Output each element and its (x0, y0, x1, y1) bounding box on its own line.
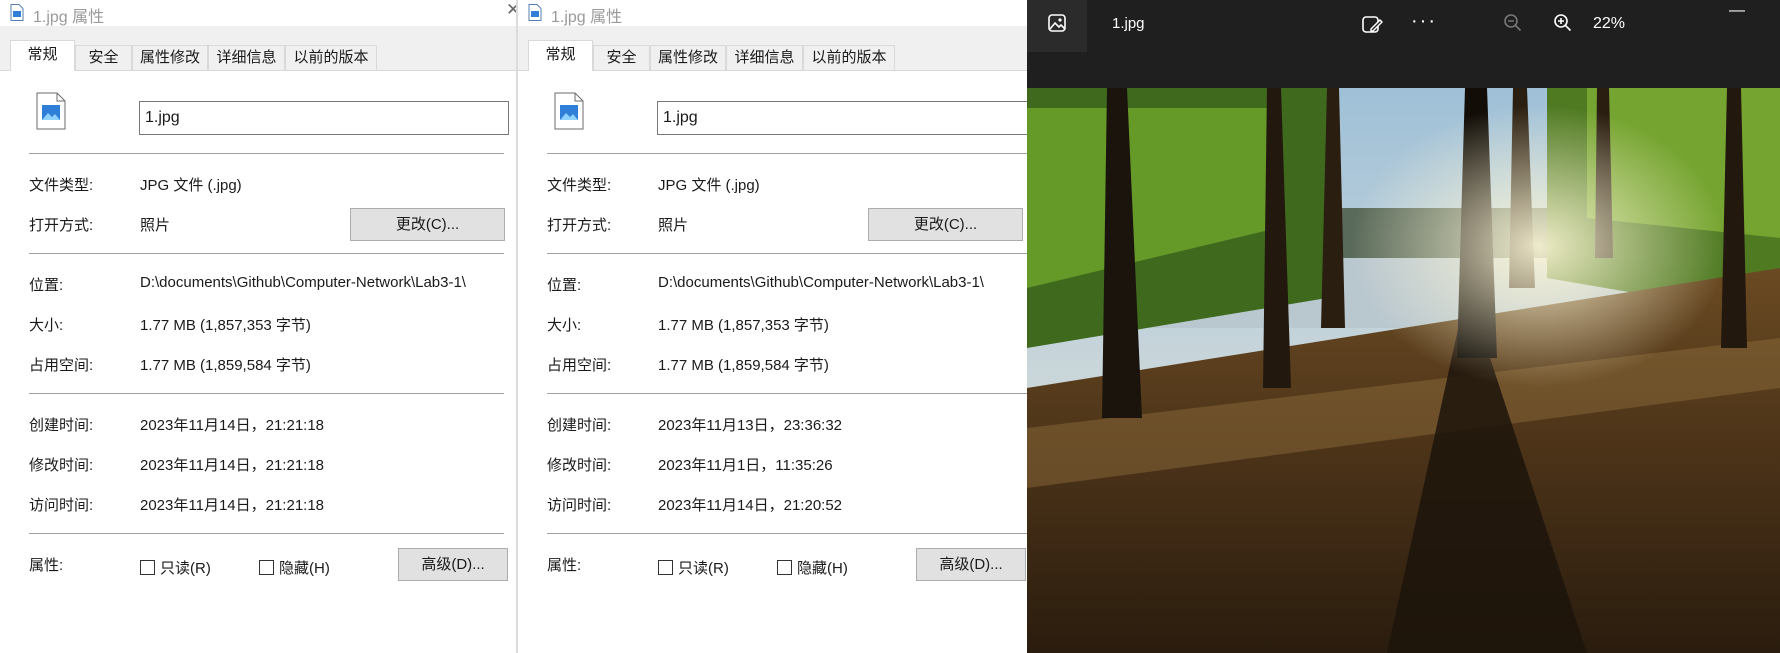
modified-value: 2023年11月14日，21:21:18 (140, 457, 325, 474)
open-with-label: 打开方式: (547, 217, 612, 234)
created-value: 2023年11月14日，21:21:18 (140, 417, 325, 434)
more-icon[interactable]: ··· (1411, 10, 1437, 33)
created-label: 创建时间: (29, 417, 94, 434)
size-label: 大小: (547, 317, 582, 334)
zoom-level: 22% (1593, 15, 1626, 32)
attributes-label: 属性: (547, 557, 582, 574)
advanced-button[interactable]: 高级(D)... (398, 548, 508, 581)
image-file-icon (10, 4, 24, 21)
divider (547, 393, 1027, 394)
created-label: 创建时间: (547, 417, 612, 434)
tab-attribute-edit[interactable]: 属性修改 (650, 45, 726, 70)
disk-size-label: 占用空间: (29, 357, 94, 374)
zoom-out-icon[interactable] (1503, 13, 1523, 33)
advanced-button[interactable]: 高级(D)... (916, 548, 1026, 581)
divider (547, 533, 1027, 534)
location-value: D:\documents\Github\Computer-Network\Lab… (658, 274, 984, 291)
open-with-value: 照片 (140, 217, 171, 234)
viewer-filename: 1.jpg (1112, 15, 1145, 32)
window-title: 1.jpg 属性 (33, 9, 105, 26)
divider (29, 533, 504, 534)
tab-attribute-edit[interactable]: 属性修改 (132, 45, 208, 70)
tab-details[interactable]: 详细信息 (726, 45, 803, 70)
tab-previous-versions[interactable]: 以前的版本 (285, 45, 377, 70)
filename-input[interactable] (139, 101, 509, 135)
readonly-label: 只读(R) (678, 560, 729, 577)
checkbox-box[interactable] (777, 560, 792, 575)
modified-label: 修改时间: (547, 457, 612, 474)
divider (29, 153, 504, 154)
hidden-checkbox[interactable]: 隐藏(H) (777, 557, 848, 578)
minimize-icon[interactable]: — (1729, 2, 1745, 20)
hidden-checkbox[interactable]: 隐藏(H) (259, 557, 330, 578)
properties-dialog-right: 1.jpg 属性 常规 安全 属性修改 详细信息 以前的版本 文件类型: JPG… (518, 0, 1027, 653)
change-button[interactable]: 更改(C)... (350, 208, 505, 241)
window-title: 1.jpg 属性 (551, 9, 623, 26)
accessed-label: 访问时间: (547, 497, 612, 514)
title-bar: 1.jpg 属性 ✕ (0, 0, 516, 26)
gallery-button[interactable] (1027, 0, 1087, 52)
forest-photo (1027, 88, 1780, 653)
file-type-value: JPG 文件 (.jpg) (658, 177, 760, 194)
hidden-label: 隐藏(H) (797, 560, 848, 577)
disk-size-value: 1.77 MB (1,859,584 字节) (658, 357, 829, 374)
file-type-label: 文件类型: (29, 177, 94, 194)
accessed-label: 访问时间: (29, 497, 94, 514)
open-with-value: 照片 (658, 217, 689, 234)
tab-general[interactable]: 常规 (528, 40, 593, 71)
location-label: 位置: (547, 277, 582, 294)
image-file-icon (528, 4, 542, 21)
tab-security[interactable]: 安全 (75, 45, 132, 70)
jpg-file-icon (36, 92, 66, 130)
checkbox-box[interactable] (259, 560, 274, 575)
disk-size-label: 占用空间: (547, 357, 612, 374)
divider (29, 393, 504, 394)
modified-label: 修改时间: (29, 457, 94, 474)
readonly-checkbox[interactable]: 只读(R) (658, 557, 729, 578)
viewer-toolbar: 1.jpg ··· 22% — (1027, 0, 1780, 88)
accessed-value: 2023年11月14日，21:21:18 (140, 497, 325, 514)
change-button[interactable]: 更改(C)... (868, 208, 1023, 241)
edit-image-icon[interactable] (1361, 14, 1383, 36)
created-value: 2023年11月13日，23:36:32 (658, 417, 843, 434)
file-type-value: JPG 文件 (.jpg) (140, 177, 242, 194)
location-label: 位置: (29, 277, 64, 294)
filename-input[interactable] (657, 101, 1027, 135)
accessed-value: 2023年11月14日，21:20:52 (658, 497, 843, 514)
size-value: 1.77 MB (1,857,353 字节) (140, 317, 311, 334)
divider (547, 253, 1027, 254)
tab-general[interactable]: 常规 (10, 40, 75, 71)
jpg-file-icon (554, 92, 584, 130)
readonly-checkbox[interactable]: 只读(R) (140, 557, 211, 578)
checkbox-box[interactable] (140, 560, 155, 575)
file-type-label: 文件类型: (547, 177, 612, 194)
modified-value: 2023年11月1日，11:35:26 (658, 457, 833, 474)
properties-dialog-left: 1.jpg 属性 ✕ 常规 安全 属性修改 详细信息 以前的版本 文件类型: J… (0, 0, 516, 653)
title-bar: 1.jpg 属性 (518, 0, 1027, 26)
checkbox-box[interactable] (658, 560, 673, 575)
tab-security[interactable]: 安全 (593, 45, 650, 70)
divider (29, 253, 504, 254)
open-with-label: 打开方式: (29, 217, 94, 234)
close-icon[interactable]: ✕ (506, 0, 516, 22)
tab-previous-versions[interactable]: 以前的版本 (803, 45, 895, 70)
readonly-label: 只读(R) (160, 560, 211, 577)
divider (547, 153, 1027, 154)
zoom-in-icon[interactable] (1553, 13, 1573, 33)
disk-size-value: 1.77 MB (1,859,584 字节) (140, 357, 311, 374)
photo-viewer-window: 1.jpg ··· 22% — (1027, 0, 1780, 653)
location-value: D:\documents\Github\Computer-Network\Lab… (140, 274, 466, 291)
size-value: 1.77 MB (1,857,353 字节) (658, 317, 829, 334)
gallery-icon (1048, 14, 1066, 32)
attributes-label: 属性: (29, 557, 64, 574)
size-label: 大小: (29, 317, 64, 334)
hidden-label: 隐藏(H) (279, 560, 330, 577)
tab-details[interactable]: 详细信息 (208, 45, 285, 70)
